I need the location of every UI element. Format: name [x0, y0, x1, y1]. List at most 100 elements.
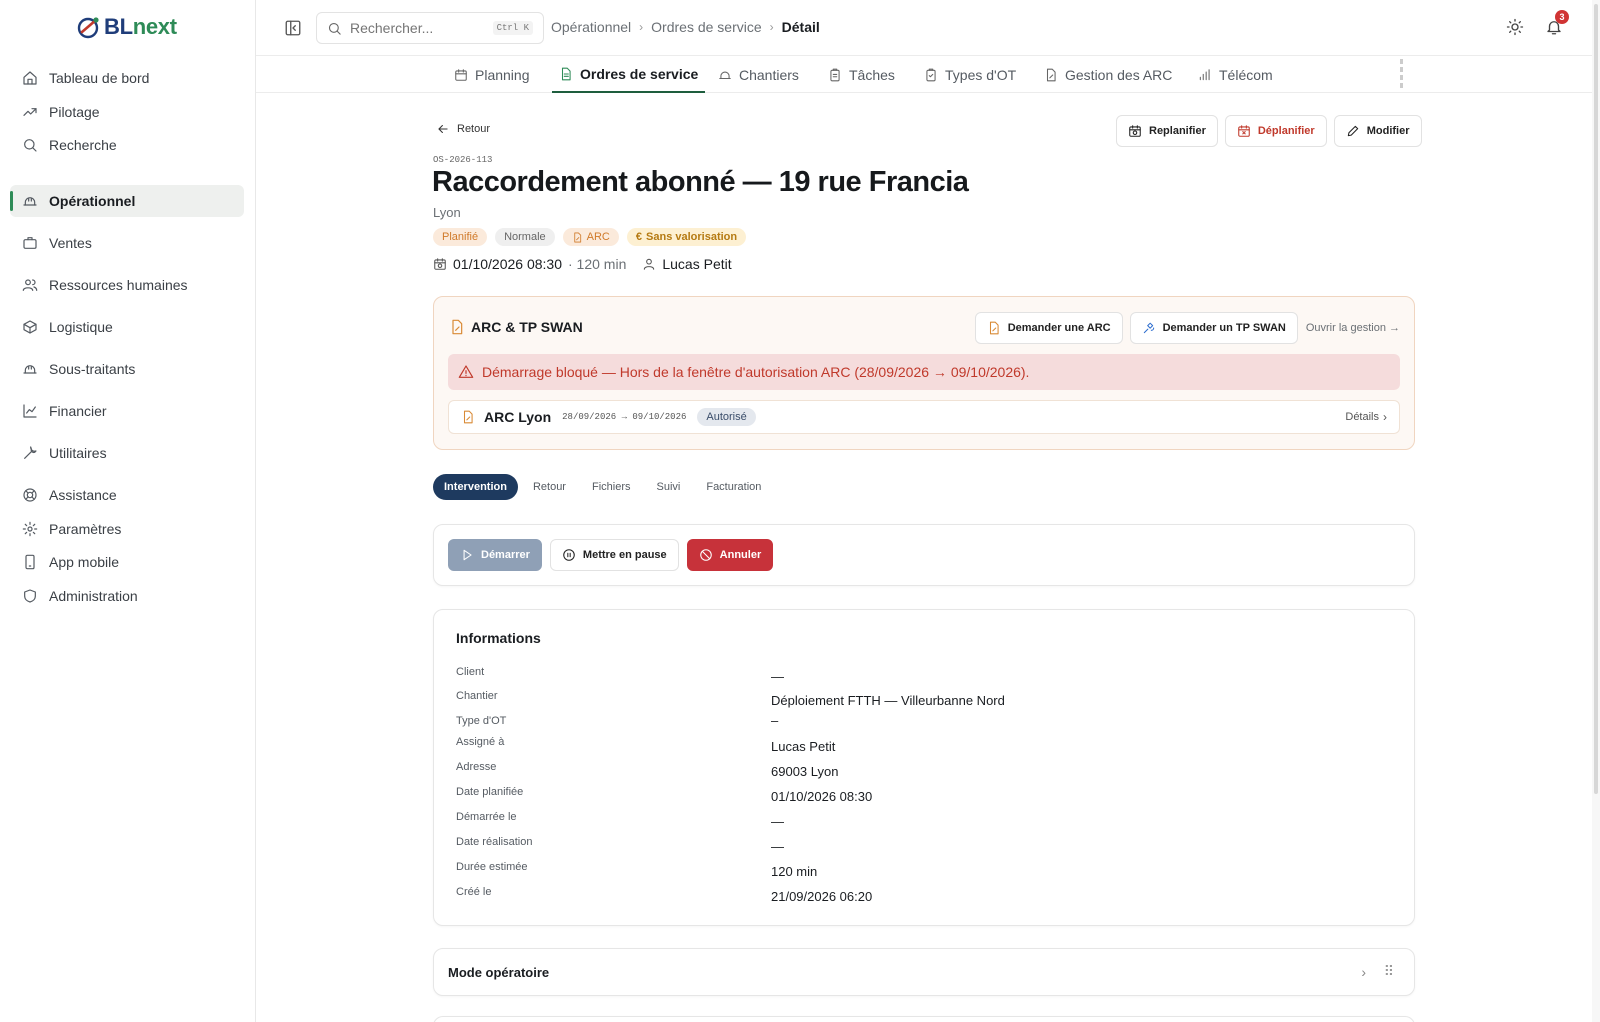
sidebar-item-pilotage[interactable]: Pilotage: [10, 96, 244, 128]
brand-name-part1: BL: [104, 14, 133, 39]
tab-gestion-des-arc[interactable]: Gestion des ARC: [1037, 56, 1179, 93]
alert-text: Démarrage bloqué — Hors de la fenêtre d'…: [482, 364, 1030, 380]
tab-types-ot[interactable]: Types d'OT: [917, 56, 1023, 93]
home-icon: [22, 70, 38, 86]
mode-operatoire-card[interactable]: Mode opératoire › ⠿: [433, 948, 1415, 996]
sidebar-item-financier[interactable]: Financier: [10, 395, 244, 427]
info-label: Démarrée le: [456, 811, 517, 823]
replan-button[interactable]: Replanifier: [1116, 115, 1218, 147]
logo-mark-icon: [76, 14, 102, 40]
sidebar-item-label: Opérationnel: [49, 193, 136, 209]
status-badges: Planifié Normale ARC € Sans valorisation: [433, 228, 754, 246]
next-section-card: [433, 1016, 1415, 1022]
page-scrollbar[interactable]: [1592, 0, 1600, 1022]
info-label: Chantier: [456, 690, 498, 702]
sidebar-item-label: Pilotage: [49, 104, 100, 120]
chevron-right-icon[interactable]: ›: [1361, 964, 1366, 980]
tab-label: Ordres de service: [580, 65, 699, 82]
arrow-left-icon: [436, 122, 450, 136]
sidebar-item-tableau-de-bord[interactable]: Tableau de bord: [10, 62, 244, 94]
request-swan-label: Demander un TP SWAN: [1162, 322, 1286, 334]
arc-row[interactable]: ARC Lyon 28/09/2026 → 09/10/2026 Autoris…: [448, 400, 1400, 434]
tab-ordres-de-service[interactable]: Ordres de service: [552, 56, 706, 93]
cancel-button[interactable]: Annuler: [686, 539, 774, 571]
open-arc-management-link[interactable]: Ouvrir la gestion →: [1306, 322, 1400, 334]
info-row-client: Client —: [456, 666, 1396, 686]
subtab-retour[interactable]: Retour: [522, 474, 577, 500]
file-edit-icon: [461, 410, 475, 424]
sidebar-item-app-mobile[interactable]: App mobile: [10, 546, 244, 578]
tab-label: Chantiers: [739, 66, 799, 83]
shield-icon: [22, 588, 38, 604]
request-swan-button[interactable]: Demander un TP SWAN: [1129, 312, 1298, 344]
topbar: Ctrl K Opérationnel › Ordres de service …: [256, 0, 1592, 56]
sun-icon[interactable]: [1506, 18, 1524, 36]
wrench-icon: [22, 445, 38, 461]
sidebar-item-recherche[interactable]: Recherche: [10, 129, 244, 161]
valuation-badge: € Sans valorisation: [626, 228, 747, 246]
order-reference: OS-2026-113: [433, 155, 493, 165]
info-row-adresse: Adresse 69003 Lyon: [456, 761, 1396, 781]
info-label: Client: [456, 666, 485, 678]
arc-panel: ARC & TP SWAN Demander une ARC Demander …: [433, 296, 1415, 450]
sidebar-item-ressources-humaines[interactable]: Ressources humaines: [10, 269, 244, 301]
sidebar-item-operationnel[interactable]: Opérationnel: [10, 185, 244, 217]
back-link[interactable]: Retour: [436, 122, 490, 136]
info-value: —: [771, 669, 784, 684]
tabs-scroll-indicator[interactable]: [1400, 59, 1403, 89]
info-label: Date planifiée: [456, 786, 524, 798]
sidebar-item-ventes[interactable]: Ventes: [10, 227, 244, 259]
request-arc-label: Demander une ARC: [1007, 322, 1111, 334]
sidebar-item-sous-traitants[interactable]: Sous-traitants: [10, 353, 244, 385]
informations-title: Informations: [456, 630, 541, 646]
informations-card: Informations Client — Chantier Déploieme…: [433, 609, 1415, 926]
brand-logo[interactable]: BLnext: [76, 14, 177, 40]
arc-panel-title: ARC & TP SWAN: [471, 319, 583, 335]
tab-planning[interactable]: Planning: [447, 56, 537, 93]
calendar-icon: [454, 68, 468, 82]
sidebar-item-logistique[interactable]: Logistique: [10, 311, 244, 343]
chevron-right-icon: ›: [769, 20, 774, 34]
subtab-intervention[interactable]: Intervention: [433, 474, 518, 500]
valuation-badge-label: Sans valorisation: [646, 231, 738, 243]
arc-status-badge: Autorisé: [697, 408, 756, 426]
subtab-fichiers[interactable]: Fichiers: [581, 474, 642, 500]
scrollbar-thumb[interactable]: [1594, 4, 1598, 794]
subtab-facturation[interactable]: Facturation: [695, 474, 772, 500]
info-label: Créé le: [456, 886, 492, 898]
edit-label: Modifier: [1366, 125, 1410, 137]
breadcrumb-item-ordres-de-service[interactable]: Ordres de service: [651, 19, 761, 35]
request-arc-button[interactable]: Demander une ARC: [974, 312, 1123, 344]
sidebar-item-utilitaires[interactable]: Utilitaires: [10, 437, 244, 469]
sidebar-toggle-icon[interactable]: [284, 19, 302, 37]
clipboard-check-icon: [924, 68, 938, 82]
search-input[interactable]: [350, 20, 480, 36]
start-button[interactable]: Démarrer: [448, 539, 542, 571]
sidebar-item-label: Ventes: [49, 235, 92, 251]
tab-chantiers[interactable]: Chantiers: [711, 56, 806, 93]
sidebar-item-parametres[interactable]: Paramètres: [10, 513, 244, 545]
edit-button[interactable]: Modifier: [1333, 115, 1422, 147]
sidebar-item-assistance[interactable]: Assistance: [10, 479, 244, 511]
sidebar-item-label: Tableau de bord: [49, 70, 150, 86]
pause-label: Mettre en pause: [582, 549, 667, 561]
info-value: Déploiement FTTH — Villeurbanne Nord: [771, 693, 1005, 708]
satellite-icon: [1142, 321, 1156, 335]
tab-telecom[interactable]: Télécom: [1191, 56, 1280, 93]
search-icon: [22, 137, 38, 153]
sidebar-item-administration[interactable]: Administration: [10, 580, 244, 612]
pause-button[interactable]: Mettre en pause: [549, 539, 679, 571]
breadcrumb-item-operationnel[interactable]: Opérationnel: [551, 19, 631, 35]
sidebar-item-label: Utilitaires: [49, 445, 107, 461]
line-chart-icon: [22, 403, 38, 419]
info-label: Type d'OT: [456, 715, 507, 727]
unplan-button[interactable]: Déplanifier: [1224, 115, 1327, 147]
subtab-suivi[interactable]: Suivi: [646, 474, 692, 500]
arc-details-link[interactable]: Détails ›: [1345, 410, 1387, 424]
info-label: Adresse: [456, 761, 497, 773]
drag-handle-icon[interactable]: ⠿: [1384, 963, 1394, 980]
tab-taches[interactable]: Tâches: [821, 56, 902, 93]
info-row-demarree: Démarrée le —: [456, 811, 1396, 831]
search-box[interactable]: Ctrl K: [316, 12, 544, 44]
info-row-chantier: Chantier Déploiement FTTH — Villeurbanne…: [456, 690, 1396, 710]
